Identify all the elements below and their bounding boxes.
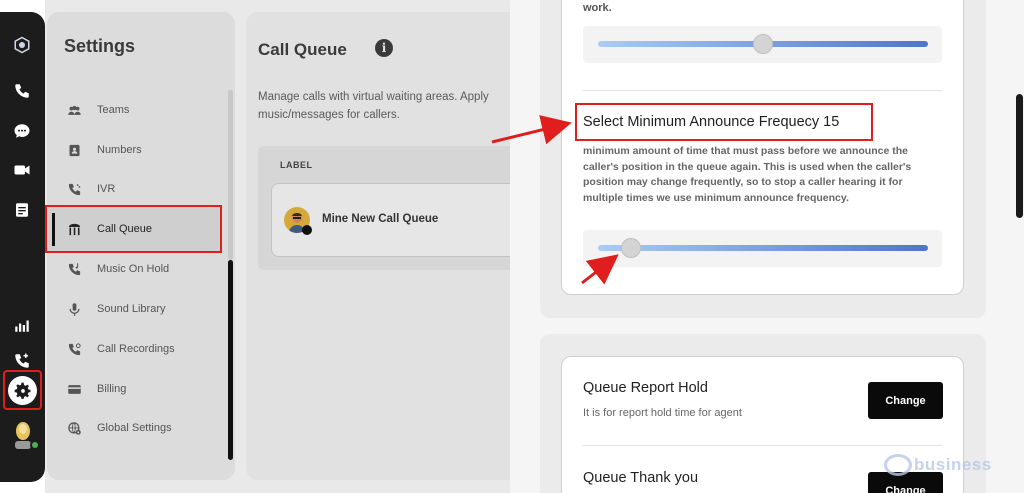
sidebar-item-label: Call Queue [97,223,153,235]
call-add-icon[interactable] [11,350,33,372]
queue-report-hold-subtitle: It is for report hold time for agent [583,407,742,419]
table-header-label: LABEL [280,160,313,170]
sidebar-item-label: Numbers [97,144,142,156]
sidebar-item-global-settings[interactable]: Global Settings [65,416,172,440]
queue-report-hold-change-button[interactable]: Change [868,382,943,419]
app-logo-icon[interactable] [11,34,33,56]
info-icon[interactable]: i [375,39,393,57]
divider [583,90,942,91]
divider [583,445,942,446]
online-status-dot [30,440,40,450]
sidebar-item-music-on-hold[interactable]: Music On Hold [65,257,169,281]
gear-icon [14,382,30,399]
previous-setting-description: work. [583,2,612,14]
notes-icon[interactable] [11,199,33,221]
queue-thank-you-change-button[interactable]: Change [868,472,943,493]
watermark: business [914,455,992,474]
sidebar-item-sound-library[interactable]: Sound Library [65,297,166,321]
drawer-scroll-track [1015,0,1024,493]
queue-report-hold-title: Queue Report Hold [583,380,708,396]
active-item-indicator [52,213,55,246]
sidebar-item-ivr[interactable]: IVR [65,177,115,201]
sidebar-item-label: Teams [97,104,130,116]
min-announce-slider-knob[interactable] [621,238,641,258]
page-title: Call Queue [258,40,347,59]
globe-gear-icon [65,419,83,437]
min-announce-title: Select Minimum Announce Frequecy 15 [583,114,840,130]
sidebar-item-numbers[interactable]: Numbers [65,138,142,162]
video-icon[interactable] [11,159,33,181]
drawer-scrollbar[interactable] [1016,94,1023,218]
min-announce-description: minimum amount of time that must pass be… [583,145,912,204]
app-sidebar-rail [0,12,45,482]
music-on-hold-icon [65,260,83,278]
sidebar-item-label: IVR [97,183,116,195]
credit-card-icon [65,380,83,398]
sidebar-item-label: Billing [97,383,127,395]
queue-status-dot [302,225,312,235]
sidebar-item-label: Call Recordings [97,343,175,355]
ivr-icon [65,180,83,198]
queue-thank-you-title: Queue Thank you [583,470,699,486]
call-recordings-icon [65,340,83,358]
page-description: Manage calls with virtual waiting areas.… [258,91,489,121]
settings-title: Settings [64,36,136,56]
sidebar-item-label: Global Settings [97,422,172,434]
chat-icon[interactable] [11,120,33,142]
slider-knob[interactable] [753,34,773,54]
sidebar-item-label: Music On Hold [97,263,170,275]
sidebar-item-billing[interactable]: Billing [65,377,126,401]
call-queue-icon [65,220,83,238]
sidebar-item-call-queue[interactable]: Call Queue [65,217,152,241]
settings-scroll-track [228,90,233,260]
sidebar-item-call-recordings[interactable]: Call Recordings [65,337,175,361]
queue-name: Mine New Call Queue [322,213,439,225]
microphone-icon [65,300,83,318]
analytics-icon[interactable] [11,314,33,336]
min-announce-slider-track[interactable] [598,245,928,251]
teams-icon [65,101,83,119]
phone-icon[interactable] [11,80,33,102]
sidebar-item-teams[interactable]: Teams [65,98,129,122]
numbers-icon [65,141,83,159]
sidebar-item-label: Sound Library [97,303,166,315]
settings-scrollbar[interactable] [228,260,233,460]
settings-gear-button[interactable] [8,376,37,405]
